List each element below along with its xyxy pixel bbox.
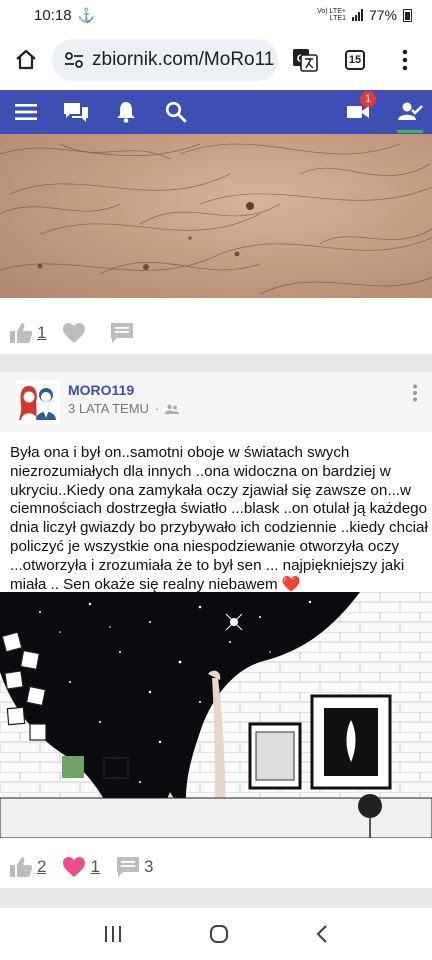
- heart-icon: [63, 323, 86, 343]
- post-time: 3 LATA TEMU: [68, 401, 149, 416]
- friends-icon: [398, 102, 423, 120]
- post-meta: 3 LATA TEMU ·: [68, 401, 180, 416]
- like-count[interactable]: 2: [37, 857, 46, 877]
- hamburger-menu-button[interactable]: [8, 90, 44, 134]
- post-body: Była ona i był on..samotni oboje w świat…: [10, 444, 428, 593]
- more-vertical-icon: [402, 49, 408, 71]
- status-bar: 10:18 ⚓ Vo) LTE+ LTE1 77%: [0, 0, 432, 30]
- translate-button[interactable]: G: [280, 48, 330, 72]
- comment-count[interactable]: 3: [144, 857, 153, 877]
- heart-button[interactable]: 1: [62, 856, 100, 878]
- menu-icon: [15, 104, 37, 120]
- like-button[interactable]: 2: [9, 856, 46, 878]
- comment-icon: [116, 857, 139, 877]
- like-button[interactable]: 1: [9, 322, 46, 344]
- home-button[interactable]: [0, 48, 52, 72]
- avatar[interactable]: [16, 380, 60, 424]
- translate-icon: G: [293, 49, 318, 72]
- post-header: MORO119 3 LATA TEMU ·: [0, 372, 432, 432]
- night-sky-illustration: [0, 592, 432, 838]
- site-settings-icon[interactable]: [64, 51, 84, 69]
- home-icon: [16, 49, 36, 70]
- battery-icon: [403, 8, 412, 22]
- like-count[interactable]: 1: [37, 323, 46, 343]
- address-bar[interactable]: zbiornik.com/MoRo11: [52, 39, 278, 81]
- comment-icon: [111, 323, 134, 343]
- recent-apps-icon[interactable]: [103, 925, 123, 943]
- anchor-notification-icon: ⚓: [77, 6, 95, 23]
- home-circle-icon[interactable]: [209, 924, 229, 944]
- back-icon[interactable]: [315, 924, 329, 944]
- battery-percent: 77%: [368, 7, 397, 23]
- thumbs-up-icon: [10, 857, 33, 877]
- heart-count[interactable]: 1: [90, 857, 99, 877]
- previous-post-photo[interactable]: [0, 134, 432, 298]
- previous-post-card: 1: [0, 134, 432, 354]
- comment-button[interactable]: [110, 322, 134, 344]
- tab-count: 15: [345, 50, 365, 70]
- heart-icon: [63, 857, 86, 877]
- active-tab-indicator: [397, 130, 423, 133]
- signal-icon: [351, 9, 363, 21]
- chat-icon: [64, 103, 88, 122]
- tabs-button[interactable]: 15: [330, 50, 380, 70]
- skin-photo: [0, 143, 432, 295]
- browser-menu-button[interactable]: [380, 49, 430, 71]
- notifications-button[interactable]: [108, 90, 144, 134]
- network-type: Vo) LTE+ LTE1: [317, 8, 346, 22]
- search-button[interactable]: [158, 90, 194, 134]
- post-reactions: 2 1 3: [0, 846, 432, 888]
- video-chat-button[interactable]: 1: [340, 90, 376, 134]
- messages-button[interactable]: [58, 90, 94, 134]
- heart-button[interactable]: [62, 322, 86, 344]
- status-indicators: Vo) LTE+ LTE1 77%: [317, 7, 412, 23]
- post-illustration[interactable]: [0, 592, 432, 838]
- bell-icon: [117, 102, 135, 123]
- browser-toolbar: zbiornik.com/MoRo11 G 15: [0, 30, 432, 90]
- friends-button[interactable]: [392, 90, 428, 134]
- status-time: 10:18: [34, 6, 72, 24]
- post-author[interactable]: MORO119: [68, 382, 134, 398]
- post-card: MORO119 3 LATA TEMU · Była ona i był on.…: [0, 372, 432, 888]
- url-text[interactable]: zbiornik.com/MoRo11: [92, 49, 274, 71]
- thumbs-up-icon: [10, 323, 33, 343]
- previous-post-reactions: 1: [0, 312, 432, 354]
- comment-button[interactable]: 3: [116, 856, 153, 878]
- search-icon: [165, 101, 187, 123]
- video-notification-badge: 1: [360, 91, 376, 107]
- post-options-icon[interactable]: [412, 384, 418, 402]
- system-navigation-bar: [0, 908, 432, 960]
- feed[interactable]: 1 MORO119 3 LATA TEMU · Była ona i był o…: [0, 134, 432, 908]
- site-navbar: 1: [0, 90, 432, 134]
- meta-separator: ·: [154, 401, 160, 416]
- friends-visibility-icon: [165, 404, 180, 414]
